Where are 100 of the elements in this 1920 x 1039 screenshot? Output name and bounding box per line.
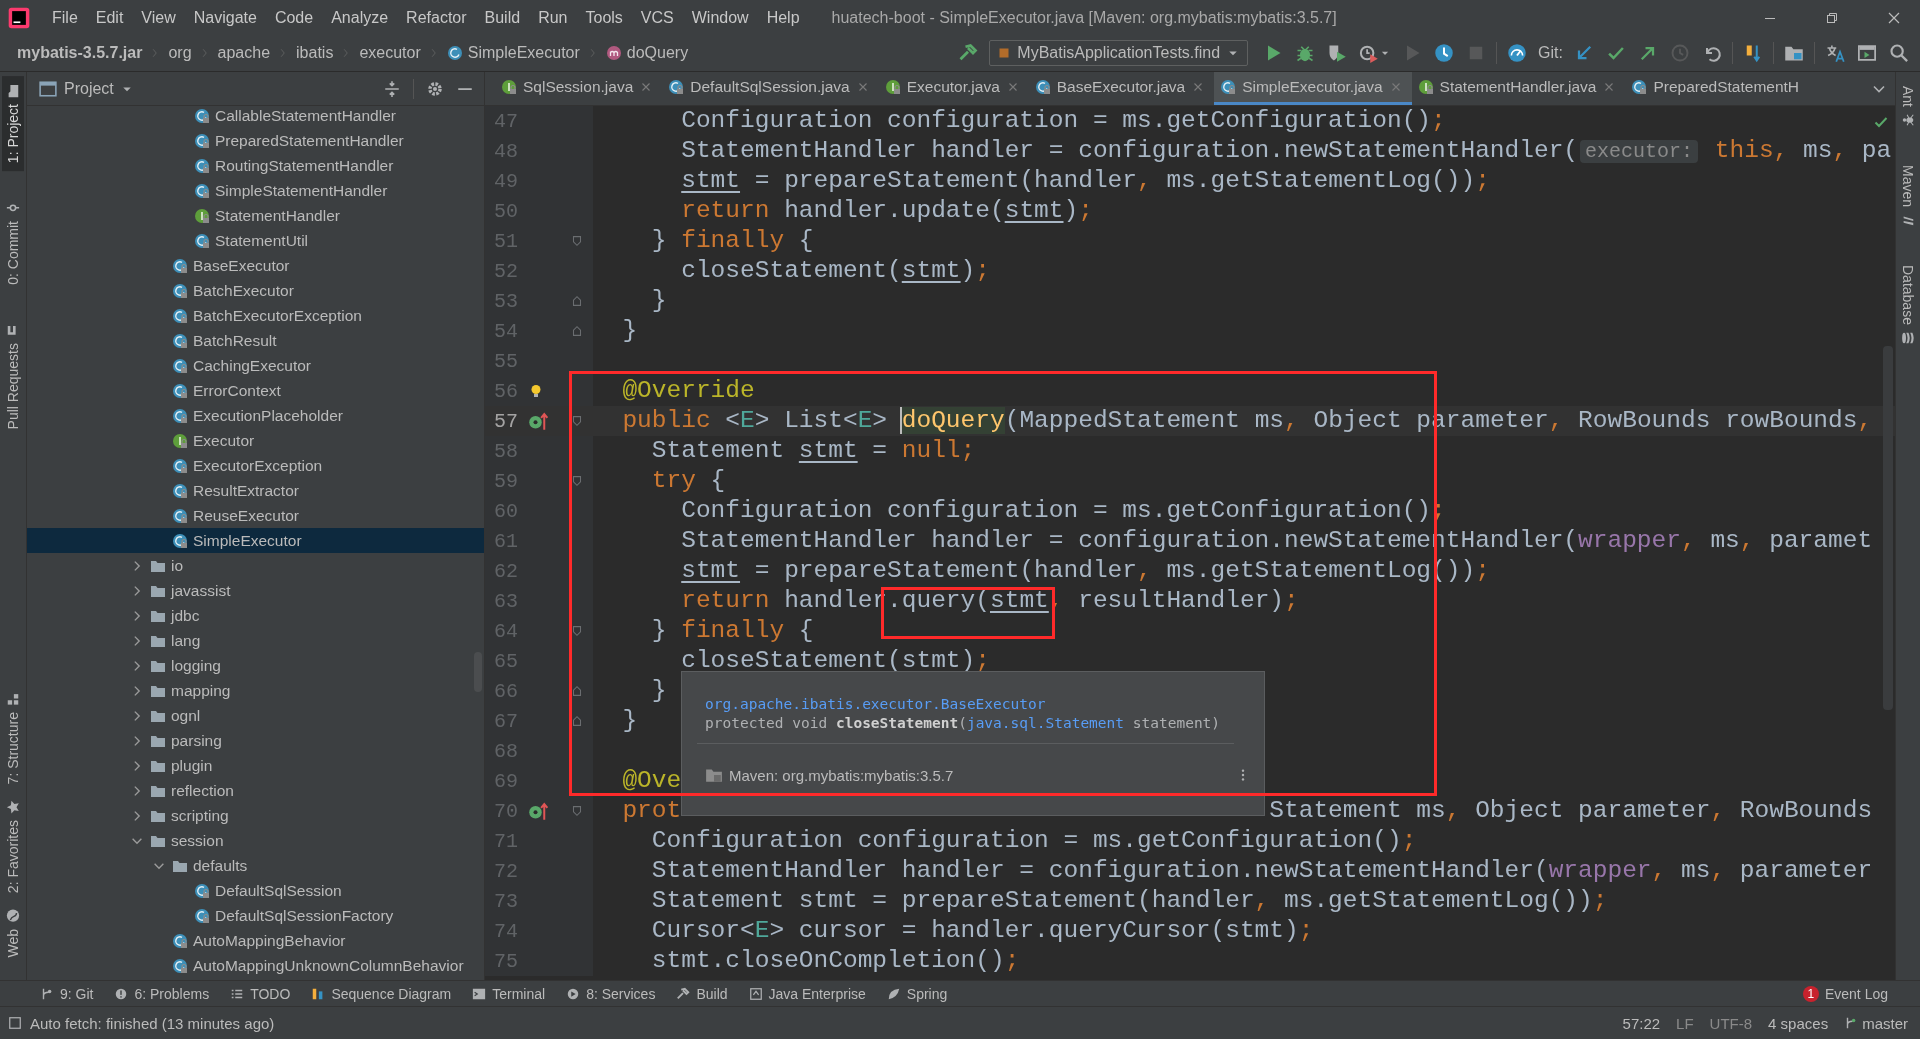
menu-item[interactable]: Refactor [397, 6, 476, 29]
tool-window-tab[interactable]: Maven [1897, 157, 1919, 236]
override-icon[interactable] [528, 411, 548, 431]
tree-item[interactable]: RoutingStatementHandler [27, 153, 484, 178]
editor-tab[interactable]: SimpleExecutor.java [1214, 72, 1412, 105]
tool-window-tab[interactable]: 9: Git [34, 981, 100, 1006]
panel-title-dropdown[interactable]: Project [39, 79, 133, 98]
tree-item[interactable]: session [27, 828, 484, 853]
tool-window-tab[interactable]: Pull Requests [2, 314, 24, 438]
editor-tab[interactable]: SqlSession.java [495, 72, 663, 105]
menu-item[interactable]: Analyze [322, 6, 398, 29]
panel-toggle-icon[interactable] [8, 1016, 22, 1030]
menu-item[interactable]: Tools [576, 6, 632, 29]
line-separator[interactable]: LF [1676, 1014, 1694, 1032]
tree-item[interactable]: PreparedStatementHandler [27, 128, 484, 153]
breadcrumb-item[interactable]: org [165, 44, 195, 62]
fold-icon[interactable] [570, 414, 584, 428]
git-branch[interactable]: master [1844, 1014, 1908, 1032]
tool-window-tab[interactable]: Terminal [466, 981, 552, 1006]
breadcrumb-item[interactable]: SimpleExecutor [443, 44, 583, 62]
class-link[interactable]: org.apache.ibatis.executor.BaseExecutor [705, 696, 1046, 712]
tool-window-tab[interactable]: Sequence Diagram [305, 981, 458, 1006]
breadcrumb-item[interactable]: mybatis-3.5.7.jar [14, 44, 146, 62]
editor-tab[interactable]: PreparedStatementH [1625, 72, 1809, 105]
menu-item[interactable]: Run [529, 6, 577, 29]
fold-icon[interactable] [570, 804, 584, 818]
tree-item[interactable]: AutoMappingBehavior [27, 928, 484, 953]
menu-item[interactable]: Navigate [184, 6, 266, 29]
tree-item[interactable]: Executor [27, 428, 484, 453]
tool-window-tab[interactable]: Database [1897, 257, 1919, 353]
menu-item[interactable]: Help [757, 6, 809, 29]
menu-item[interactable]: File [43, 6, 87, 29]
breadcrumb-item[interactable]: ibatis [293, 44, 337, 62]
editor-tab[interactable]: DefaultSqlSession.java [662, 72, 879, 105]
tree-item[interactable]: ExecutionPlaceholder [27, 403, 484, 428]
tree-item[interactable]: BatchResult [27, 328, 484, 353]
tool-window-tab[interactable]: 7: Structure [2, 683, 24, 793]
caret-position[interactable]: 57:22 [1622, 1014, 1661, 1032]
fold-icon[interactable] [570, 474, 584, 488]
tree-item[interactable]: ognl [27, 703, 484, 728]
run-config-dropdown[interactable]: MyBatisApplicationTests.find [989, 40, 1249, 66]
fold-icon[interactable] [570, 294, 584, 308]
tree-item[interactable]: AutoMappingUnknownColumnBehavior [27, 953, 484, 978]
tree-item[interactable]: BatchExecutorException [27, 303, 484, 328]
tool-window-tab[interactable]: Ant [1897, 78, 1919, 135]
breadcrumb-item[interactable]: doQuery [602, 44, 692, 62]
menu-item[interactable]: VCS [631, 6, 683, 29]
tool-window-tab[interactable]: 0: Commit [2, 193, 24, 293]
fold-icon[interactable] [570, 234, 584, 248]
tool-window-tab[interactable]: 2: Favorites [2, 792, 24, 902]
tree-item[interactable]: io [27, 553, 484, 578]
tool-window-tab[interactable]: Spring [880, 981, 954, 1006]
menu-item[interactable]: Build [475, 6, 530, 29]
tool-window-tab[interactable]: TODO [224, 981, 297, 1006]
tree-item[interactable]: ReuseExecutor [27, 503, 484, 528]
collapse-icon[interactable] [383, 79, 401, 98]
tree-item[interactable]: BatchExecutor [27, 278, 484, 303]
tree-item[interactable]: lang [27, 628, 484, 653]
tree-item[interactable]: ErrorContext [27, 378, 484, 403]
tool-window-tab[interactable]: 8: Services [560, 981, 662, 1006]
tree-item[interactable]: DefaultSqlSession [27, 878, 484, 903]
tree-item[interactable]: defaults [27, 853, 484, 878]
tree-item[interactable]: reflection [27, 778, 484, 803]
event-log-button[interactable]: 1 Event Log [1796, 981, 1894, 1006]
tree-item[interactable]: CachingExecutor [27, 353, 484, 378]
indent-setting[interactable]: 4 spaces [1768, 1014, 1829, 1032]
tree-item[interactable]: javassist [27, 578, 484, 603]
file-encoding[interactable]: UTF-8 [1709, 1014, 1753, 1032]
tree-item[interactable]: BaseExecutor [27, 253, 484, 278]
editor-tab[interactable]: StatementHandler.java [1411, 72, 1626, 105]
breadcrumb-item[interactable]: apache [214, 44, 274, 62]
tool-window-tab[interactable]: Java Enterprise [742, 981, 872, 1006]
tree-item[interactable]: CallableStatementHandler [27, 106, 484, 128]
override-icon[interactable] [528, 801, 548, 821]
breadcrumb-item[interactable]: executor [356, 44, 424, 62]
menu-item[interactable]: Edit [86, 6, 133, 29]
tree-item[interactable]: logging [27, 653, 484, 678]
tool-window-tab[interactable]: 6: Problems [108, 981, 216, 1006]
tree-item[interactable]: parsing [27, 728, 484, 753]
tree-item[interactable]: jdbc [27, 603, 484, 628]
fold-icon[interactable] [570, 714, 584, 728]
editor-tab[interactable]: Executor.java [878, 72, 1029, 105]
fold-icon[interactable] [570, 324, 584, 338]
tree-item[interactable]: StatementUtil [27, 228, 484, 253]
tree-item[interactable]: ResultExtractor [27, 478, 484, 503]
tree-item[interactable]: mapping [27, 678, 484, 703]
tree-item[interactable]: SimpleStatementHandler [27, 178, 484, 203]
type-link[interactable]: java.sql.Statement [966, 715, 1125, 731]
tree-item[interactable]: ExecutorException [27, 453, 484, 478]
tree-item[interactable]: DefaultSqlSessionFactory [27, 903, 484, 928]
settings-icon[interactable] [426, 79, 444, 98]
menu-item[interactable]: Window [682, 6, 758, 29]
menu-item[interactable]: View [132, 6, 185, 29]
tree-item[interactable]: SimpleExecutor [27, 528, 484, 553]
tree-item[interactable]: StatementHandler [27, 203, 484, 228]
tool-window-tab[interactable]: Web [2, 901, 24, 966]
tree-item[interactable]: plugin [27, 753, 484, 778]
fold-icon[interactable] [570, 624, 584, 638]
fold-icon[interactable] [570, 684, 584, 698]
editor-tab[interactable]: BaseExecutor.java [1028, 72, 1215, 105]
